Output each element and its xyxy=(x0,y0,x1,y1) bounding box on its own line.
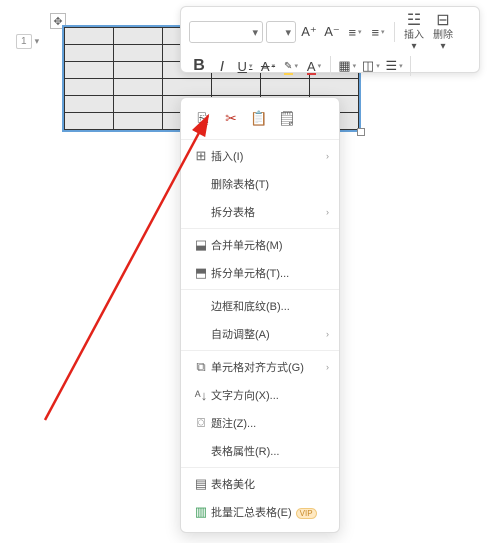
align-icon: ⧉ xyxy=(191,359,211,375)
align-button[interactable]: ≡▾ xyxy=(368,21,388,43)
cut-icon[interactable]: ✂ xyxy=(219,107,243,129)
split-icon: ⬒ xyxy=(191,265,211,281)
font-size-select[interactable]: ▾ xyxy=(266,21,296,43)
merge-icon: ⬓ xyxy=(191,237,211,253)
strikethrough-button[interactable]: A▾ xyxy=(258,55,278,77)
beautify-icon: ▤ xyxy=(191,476,211,492)
insert-icon: ⊞ xyxy=(191,148,211,164)
text-direction-icon: ᴬ↓ xyxy=(191,388,211,403)
shading-button[interactable]: ◫▾ xyxy=(361,55,382,77)
table-row xyxy=(65,79,359,96)
context-menu: ⎘ ✂ 📋 🗒 ⊞插入(I)› 删除表格(T) 拆分表格› ⬓合并单元格(M) … xyxy=(180,97,340,533)
decrease-font-button[interactable]: A⁻ xyxy=(322,21,342,43)
insert-button[interactable]: ☳插入▾ xyxy=(401,12,427,52)
delete-button[interactable]: ⊟删除▾ xyxy=(430,12,456,52)
floating-toolbar: ▾ ▾ A⁺ A⁻ ≡▾ ≡▾ ☳插入▾ ⊟删除▾ B I U▾ A▾ ✎▾ A… xyxy=(180,6,480,73)
menu-split-table[interactable]: 拆分表格› xyxy=(181,198,339,226)
paste-special-icon[interactable]: 🗒 xyxy=(275,107,299,129)
copy-icon[interactable]: ⎘ xyxy=(191,107,215,129)
bold-button[interactable]: B xyxy=(189,55,209,77)
menu-caption[interactable]: ⌼题注(Z)... xyxy=(181,409,339,437)
menu-autofit[interactable]: 自动调整(A)› xyxy=(181,320,339,348)
page-number: 1 xyxy=(16,34,32,49)
menu-borders-shading[interactable]: 边框和底纹(B)... xyxy=(181,292,339,320)
summary-icon: ▥ xyxy=(191,504,211,520)
menu-text-direction[interactable]: ᴬ↓文字方向(X)... xyxy=(181,381,339,409)
menu-insert[interactable]: ⊞插入(I)› xyxy=(181,142,339,170)
caption-icon: ⌼ xyxy=(191,415,211,431)
menu-split-cells[interactable]: ⬒拆分单元格(T)... xyxy=(181,259,339,287)
menu-table-beautify[interactable]: ▤表格美化 xyxy=(181,470,339,498)
menu-table-props[interactable]: 表格属性(R)... xyxy=(181,437,339,465)
border-button[interactable]: ▦▾ xyxy=(337,55,358,77)
italic-button[interactable]: I xyxy=(212,55,232,77)
menu-merge-cells[interactable]: ⬓合并单元格(M) xyxy=(181,231,339,259)
paste-icon[interactable]: 📋 xyxy=(247,107,271,129)
chevron-down-icon: ▾ xyxy=(35,36,40,47)
table-resize-handle[interactable] xyxy=(357,128,365,136)
increase-font-button[interactable]: A⁺ xyxy=(299,21,319,43)
list-button[interactable]: ≡▾ xyxy=(345,21,365,43)
menu-delete-table[interactable]: 删除表格(T) xyxy=(181,170,339,198)
font-color-button[interactable]: A▾ xyxy=(304,55,324,77)
font-family-select[interactable]: ▾ xyxy=(189,21,263,43)
underline-button[interactable]: U▾ xyxy=(235,55,255,77)
page-number-indicator: 1 ▾ xyxy=(16,34,39,49)
highlight-button[interactable]: ✎▾ xyxy=(281,55,301,77)
menu-batch-summary[interactable]: ▥批量汇总表格(E)VIP xyxy=(181,498,339,526)
menu-cell-align[interactable]: ⧉单元格对齐方式(G)› xyxy=(181,353,339,381)
more-button[interactable]: ☰▾ xyxy=(384,55,404,77)
